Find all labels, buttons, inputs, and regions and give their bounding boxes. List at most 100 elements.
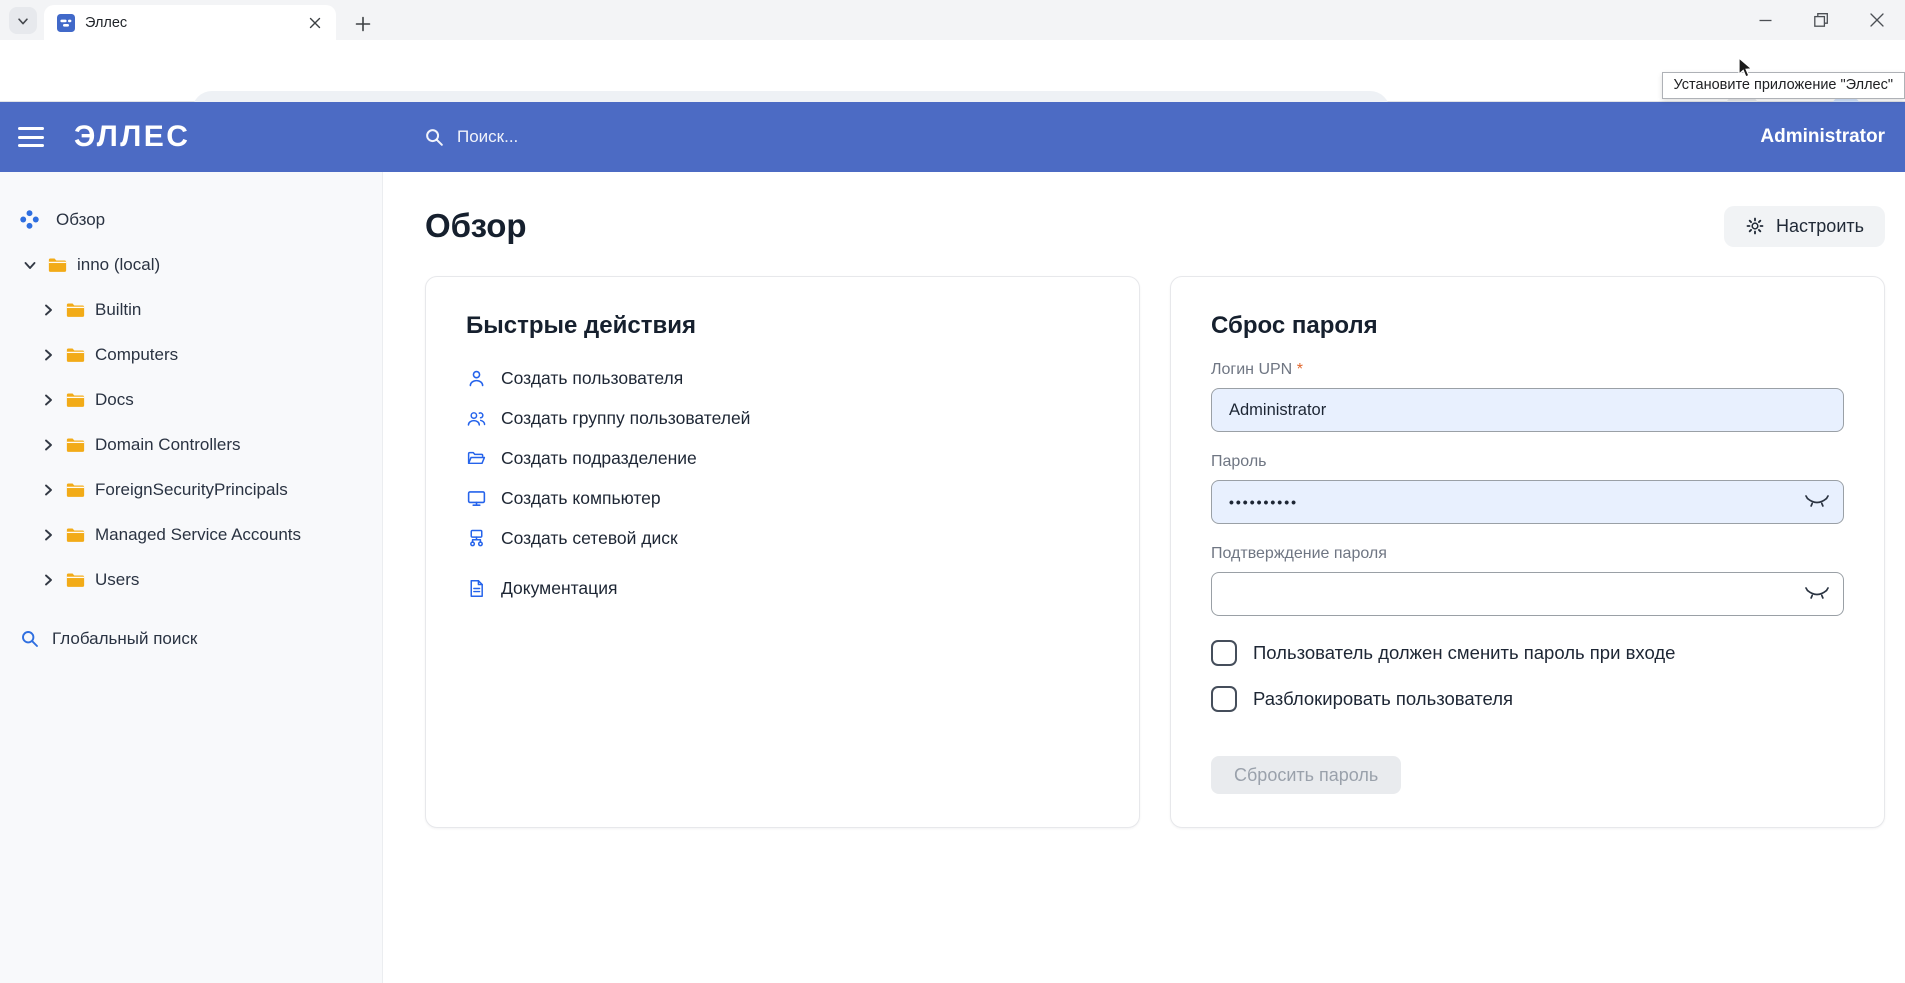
browser-toolbar: http://localhost:5173 [0, 40, 1905, 102]
tab-close-icon[interactable] [304, 12, 326, 34]
tree-node-label: Managed Service Accounts [95, 525, 301, 545]
action-create-computer[interactable]: Создать компьютер [466, 478, 1099, 518]
unlock-user-row: Разблокировать пользователя [1211, 686, 1844, 712]
browser-chrome: Эллес [0, 0, 1905, 102]
must-change-password-row: Пользователь должен сменить пароль при в… [1211, 640, 1844, 666]
sidebar-item-label: Обзор [56, 210, 105, 230]
site-favicon-icon [57, 14, 75, 32]
network-drive-icon [466, 528, 487, 549]
tree-node-label: inno (local) [77, 255, 160, 275]
chevron-right-icon[interactable] [40, 482, 56, 498]
unlock-user-checkbox[interactable] [1211, 686, 1237, 712]
action-documentation[interactable]: Документация [466, 568, 1099, 608]
menu-hamburger-icon[interactable] [18, 127, 44, 147]
chevron-right-icon[interactable] [40, 437, 56, 453]
password-input[interactable] [1211, 480, 1844, 524]
chevron-down-icon[interactable] [22, 257, 38, 273]
chevron-right-icon[interactable] [40, 302, 56, 318]
tree-node-label: Domain Controllers [95, 435, 241, 455]
document-icon [466, 578, 487, 599]
tree-node-label: Users [95, 570, 139, 590]
configure-button-label: Настроить [1776, 216, 1864, 237]
sidebar-item-global-search[interactable]: Глобальный поиск [0, 616, 382, 661]
required-asterisk: * [1297, 361, 1303, 378]
sidebar-item-overview[interactable]: Обзор [0, 197, 382, 242]
app-search-input[interactable]: Поиск... [424, 127, 518, 148]
search-icon [20, 629, 40, 649]
confirm-password-label: Подтверждение пароля [1211, 544, 1844, 563]
browser-tab[interactable]: Эллес [44, 5, 336, 40]
action-label: Создать группу пользователей [501, 408, 750, 429]
folder-open-icon [466, 448, 487, 469]
chevron-right-icon[interactable] [40, 347, 56, 363]
gear-icon [1745, 216, 1765, 236]
action-label: Документация [501, 578, 617, 599]
tree-node-label: Builtin [95, 300, 141, 320]
app-header: ЭЛЛЕС Поиск... Administrator [0, 102, 1905, 172]
action-create-network-drive[interactable]: Создать сетевой диск [466, 518, 1099, 558]
main-content: Обзор Настроить Быстрые действия [383, 172, 1905, 983]
tree-node-root[interactable]: inno (local) [0, 242, 382, 287]
action-label: Создать сетевой диск [501, 528, 678, 549]
sidebar-item-label: Глобальный поиск [52, 629, 197, 649]
quick-actions-card: Быстрые действия Создать пользователя Со… [425, 276, 1140, 828]
configure-button[interactable]: Настроить [1724, 206, 1885, 247]
folder-icon [66, 526, 85, 543]
app-logo: ЭЛЛЕС [74, 120, 190, 154]
sidebar: Обзор inno (local) Builtin Computers Doc… [0, 172, 383, 983]
toggle-password-visibility-icon[interactable] [1805, 493, 1829, 511]
tree-node-domain-controllers[interactable]: Domain Controllers [0, 422, 382, 467]
window-minimize-button[interactable] [1737, 0, 1793, 40]
tree-node-computers[interactable]: Computers [0, 332, 382, 377]
tree-node-builtin[interactable]: Builtin [0, 287, 382, 332]
chevron-right-icon[interactable] [40, 572, 56, 588]
folder-icon [66, 481, 85, 498]
search-icon [424, 127, 445, 148]
window-close-button[interactable] [1849, 0, 1905, 40]
new-tab-button[interactable] [348, 9, 378, 39]
folder-icon [66, 571, 85, 588]
action-create-user[interactable]: Создать пользователя [466, 358, 1099, 398]
tab-strip: Эллес [0, 0, 1905, 40]
tab-search-button[interactable] [9, 7, 37, 34]
action-label: Создать подразделение [501, 448, 697, 469]
action-create-user-group[interactable]: Создать группу пользователей [466, 398, 1099, 438]
password-reset-card: Сброс пароля Логин UPN * Пароль Подтверж… [1170, 276, 1885, 828]
tree-node-label: Docs [95, 390, 134, 410]
toggle-confirm-visibility-icon[interactable] [1805, 585, 1829, 603]
folder-icon [48, 256, 67, 273]
tree-node-managed-service-accounts[interactable]: Managed Service Accounts [0, 512, 382, 557]
tree-node-label: ForeignSecurityPrincipals [95, 480, 288, 500]
current-user-label[interactable]: Administrator [1760, 126, 1885, 148]
reset-password-button[interactable]: Сбросить пароль [1211, 756, 1401, 794]
mouse-cursor [1738, 57, 1757, 79]
must-change-password-checkbox[interactable] [1211, 640, 1237, 666]
overview-dots-icon [20, 210, 39, 229]
user-icon [466, 368, 487, 389]
monitor-icon [466, 488, 487, 509]
folder-icon [66, 301, 85, 318]
login-upn-input[interactable] [1211, 388, 1844, 432]
page-title: Обзор [425, 207, 527, 245]
tree-node-label: Computers [95, 345, 178, 365]
confirm-password-input[interactable] [1211, 572, 1844, 616]
folder-icon [66, 391, 85, 408]
tree-node-users[interactable]: Users [0, 557, 382, 602]
tree-node-foreign-security-principals[interactable]: ForeignSecurityPrincipals [0, 467, 382, 512]
folder-icon [66, 346, 85, 363]
chevron-right-icon[interactable] [40, 527, 56, 543]
checkbox-label: Разблокировать пользователя [1253, 688, 1513, 710]
tab-title: Эллес [85, 15, 304, 31]
tree-node-docs[interactable]: Docs [0, 377, 382, 422]
quick-actions-title: Быстрые действия [466, 311, 1099, 340]
folder-icon [66, 436, 85, 453]
user-group-icon [466, 408, 487, 429]
action-create-org-unit[interactable]: Создать подразделение [466, 438, 1099, 478]
login-upn-label: Логин UPN * [1211, 360, 1844, 379]
install-app-tooltip: Установите приложение "Эллес" [1662, 72, 1905, 99]
window-restore-button[interactable] [1793, 0, 1849, 40]
action-label: Создать компьютер [501, 488, 661, 509]
chevron-right-icon[interactable] [40, 392, 56, 408]
checkbox-label: Пользователь должен сменить пароль при в… [1253, 642, 1675, 664]
action-label: Создать пользователя [501, 368, 683, 389]
